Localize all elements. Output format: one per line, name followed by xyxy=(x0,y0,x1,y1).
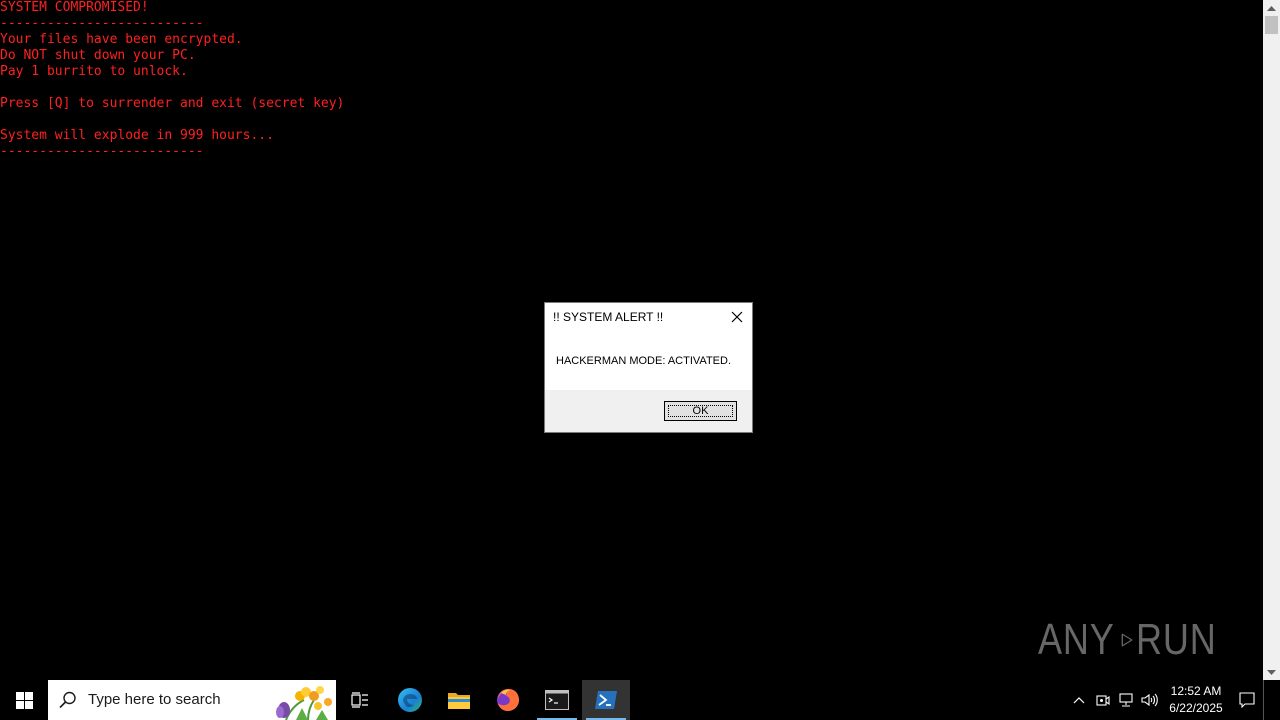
taskbar-powershell[interactable] xyxy=(582,680,630,720)
show-desktop-button[interactable] xyxy=(1263,680,1280,720)
search-placeholder: Type here to search xyxy=(88,691,221,708)
taskbar-edge[interactable] xyxy=(386,680,434,720)
watermark-left-text: ANY xyxy=(1038,615,1115,664)
taskbar: Type here to search 12:52 AM 6/22/2025 xyxy=(0,680,1280,720)
system-alert-dialog: !! SYSTEM ALERT !! HACKERMAN MODE: ACTIV… xyxy=(544,302,753,433)
close-icon xyxy=(731,311,743,323)
console-line: Do NOT shut down your PC. xyxy=(0,48,196,63)
scroll-up-arrow-icon[interactable] xyxy=(1263,0,1280,16)
watermark-right-text: RUN xyxy=(1135,615,1217,664)
network-icon xyxy=(1119,693,1133,707)
task-view-icon xyxy=(351,692,368,708)
console-line: -------------------------- xyxy=(0,16,204,31)
search-highlight-flowers-icon xyxy=(276,686,332,720)
dialog-message: HACKERMAN MODE: ACTIVATED. xyxy=(556,355,732,367)
console-scrollbar[interactable] xyxy=(1263,0,1280,680)
meet-now-icon xyxy=(1096,695,1110,706)
scroll-down-arrow-icon[interactable] xyxy=(1263,664,1280,680)
scrollbar-thumb[interactable] xyxy=(1265,16,1278,34)
play-logo-icon xyxy=(1122,633,1133,647)
firefox-icon xyxy=(497,689,519,711)
ok-button[interactable]: OK xyxy=(664,401,737,421)
volume-button[interactable] xyxy=(1139,680,1161,720)
taskbar-cmd[interactable] xyxy=(533,680,581,720)
clock-date: 6/22/2025 xyxy=(1169,701,1223,715)
taskbar-clock[interactable]: 12:52 AM 6/22/2025 xyxy=(1163,680,1229,720)
powershell-icon xyxy=(595,691,617,709)
console-line: SYSTEM COMPROMISED! xyxy=(0,0,149,15)
dialog-close-button[interactable] xyxy=(725,306,749,328)
taskbar-firefox[interactable] xyxy=(484,680,532,720)
show-hidden-icons-button[interactable] xyxy=(1068,680,1090,720)
windows-start-icon xyxy=(15,691,33,709)
console-line: System will explode in 999 hours... xyxy=(0,128,274,143)
chevron-up-icon xyxy=(1073,697,1085,704)
taskbar-file-explorer[interactable] xyxy=(435,680,483,720)
console-line: Your files have been encrypted. xyxy=(0,32,243,47)
task-view-button[interactable] xyxy=(336,680,384,720)
start-button[interactable] xyxy=(0,680,48,720)
console-output: SYSTEM COMPROMISED! ---------------------… xyxy=(0,0,344,160)
console-line: Pay 1 burrito to unlock. xyxy=(0,64,188,79)
console-line: Press [Q] to surrender and exit (secret … xyxy=(0,96,345,111)
anyrun-watermark: ANY RUN xyxy=(1038,606,1234,674)
cmd-icon xyxy=(545,690,569,710)
volume-icon xyxy=(1141,693,1158,707)
meet-now-button[interactable] xyxy=(1092,680,1114,720)
dialog-title: !! SYSTEM ALERT !! xyxy=(553,310,664,324)
taskbar-search-box[interactable]: Type here to search xyxy=(48,680,336,720)
action-center-button[interactable] xyxy=(1232,680,1262,720)
edge-icon xyxy=(398,688,422,712)
clock-time: 12:52 AM xyxy=(1170,684,1222,698)
search-icon xyxy=(58,690,78,710)
network-button[interactable] xyxy=(1115,680,1137,720)
dialog-footer: OK xyxy=(545,390,752,432)
file-explorer-icon xyxy=(448,693,470,709)
console-line: -------------------------- xyxy=(0,144,204,159)
notification-icon xyxy=(1239,692,1255,708)
